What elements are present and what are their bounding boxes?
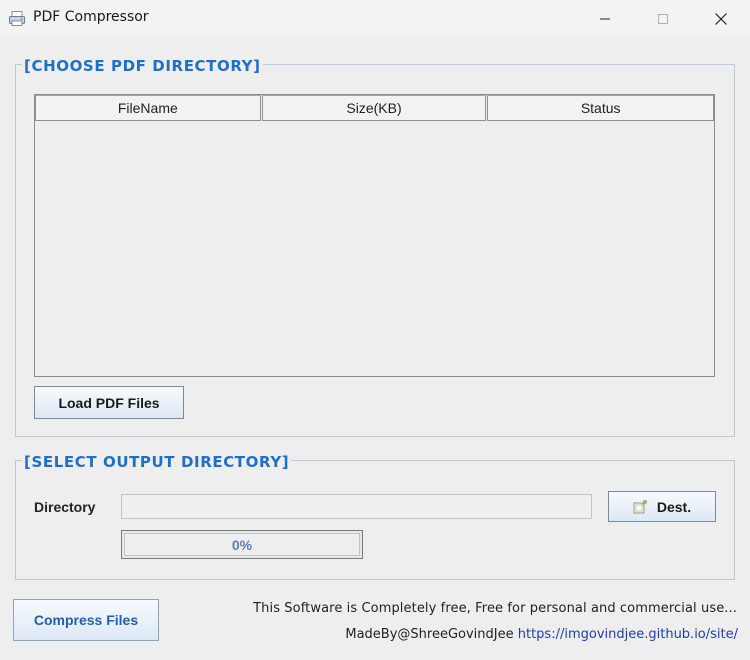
maximize-button[interactable] — [640, 0, 686, 37]
title-bar: PDF Compressor — [0, 0, 750, 37]
column-header-filename[interactable]: FileName — [35, 95, 261, 121]
made-by-text: MadeBy@ShreeGovindJee — [345, 627, 514, 642]
dest-button[interactable]: Dest. — [608, 491, 716, 522]
dest-button-label: Dest. — [656, 498, 692, 515]
minimize-icon — [600, 18, 610, 19]
pdf-compressor-app-icon — [9, 11, 25, 26]
pdf-file-table[interactable]: FileName Size(KB) Status — [34, 94, 715, 377]
select-output-directory-title: [SELECT OUTPUT DIRECTORY] — [22, 453, 292, 471]
progress-text: 0% — [231, 536, 253, 553]
table-header: FileName Size(KB) Status — [35, 95, 715, 121]
close-button[interactable] — [698, 0, 744, 37]
minimize-button[interactable] — [582, 0, 628, 37]
author-site-link[interactable]: https://imgovindjee.github.io/site/ — [518, 627, 738, 642]
directory-label: Directory — [34, 499, 96, 515]
column-header-status[interactable]: Status — [487, 95, 715, 121]
progress-track: 0% — [124, 533, 360, 556]
folder-icon — [633, 499, 647, 513]
compression-progress-bar: 0% — [121, 530, 363, 559]
maximize-icon — [658, 13, 668, 24]
window-title: PDF Compressor — [33, 9, 149, 25]
choose-pdf-directory-title: [CHOOSE PDF DIRECTORY] — [22, 57, 263, 75]
load-pdf-files-button[interactable]: Load PDF Files — [34, 386, 184, 419]
footer-license-note: This Software is Completely free, Free f… — [253, 601, 737, 616]
directory-field[interactable] — [121, 494, 592, 519]
compress-files-button[interactable]: Compress Files — [13, 599, 159, 641]
close-icon — [715, 12, 727, 25]
footer-credits: MadeBy@ShreeGovindJee https://imgovindje… — [345, 627, 738, 642]
column-header-size[interactable]: Size(KB) — [261, 95, 487, 121]
